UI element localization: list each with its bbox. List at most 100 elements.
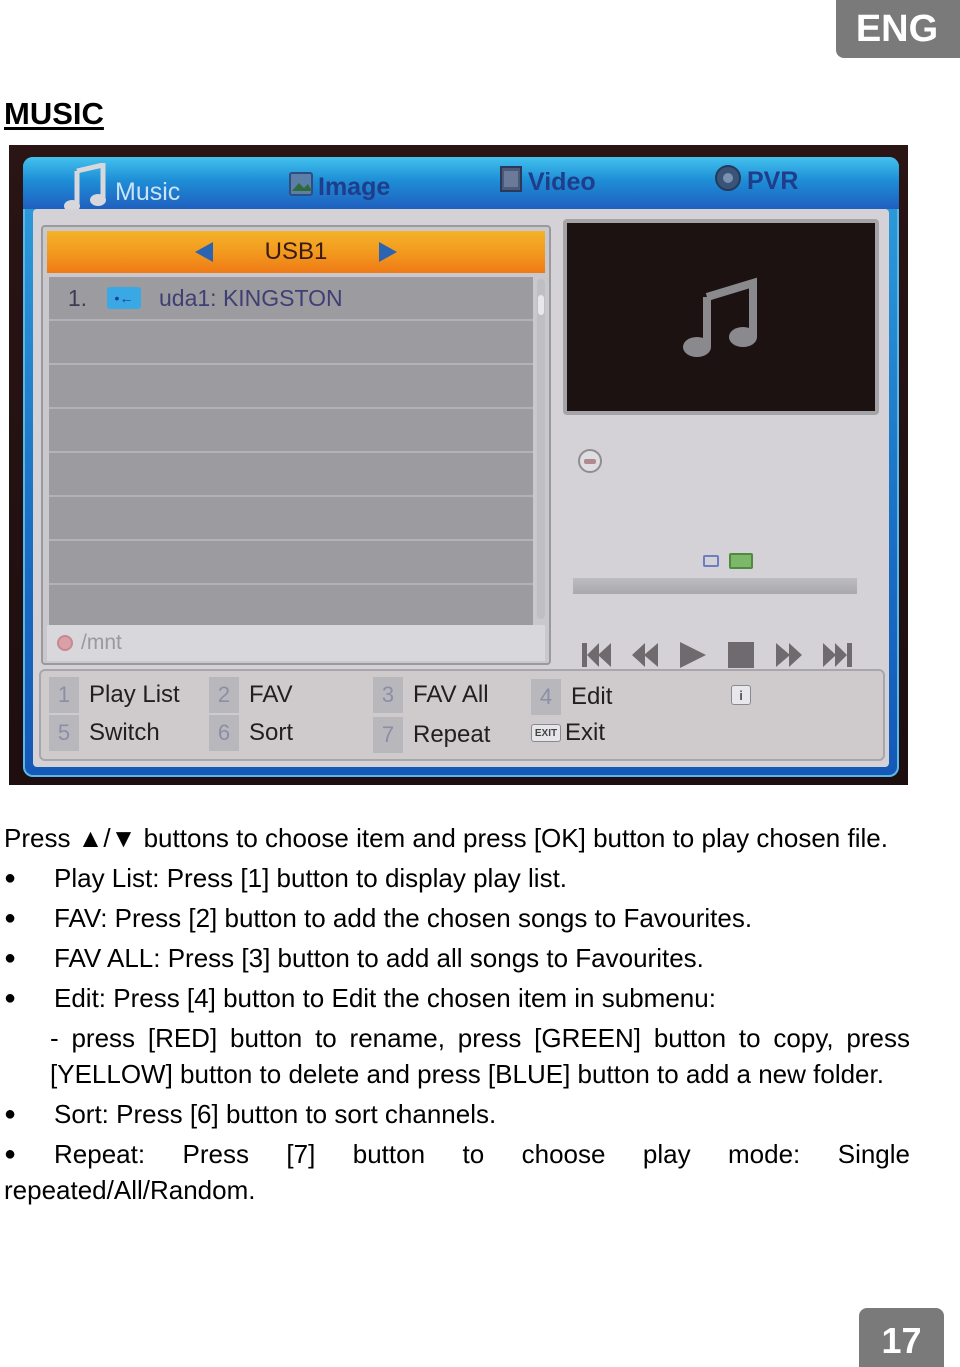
key-number: 1 <box>49 677 79 713</box>
file-list-scrollbar[interactable] <box>537 279 545 619</box>
path-bar: /mnt <box>47 625 545 661</box>
key-exit[interactable]: EXIT Exit <box>531 719 605 747</box>
playback-progress-bar[interactable] <box>573 578 857 594</box>
key-label: Play List <box>89 681 180 708</box>
current-path: /mnt <box>81 631 122 654</box>
key-label: Exit <box>565 719 606 746</box>
file-row[interactable]: 1. •← uda1: KINGSTON <box>49 277 533 321</box>
file-row[interactable] <box>49 541 533 585</box>
tv-screenshot: Music Image Video PVR USB1 1. •← uda1: K… <box>9 145 908 785</box>
tab-image[interactable]: Image <box>288 171 390 204</box>
media-tab-bar: Music Image Video PVR <box>23 157 899 212</box>
key-number: 7 <box>373 717 403 753</box>
tab-video[interactable]: Video <box>498 165 596 200</box>
file-row-number: 1. <box>67 284 87 311</box>
bullet-icon: ● <box>4 907 17 929</box>
transport-controls <box>581 641 853 669</box>
rewind-button[interactable] <box>629 641 661 669</box>
key-switch[interactable]: 5 Switch <box>49 715 160 751</box>
file-row[interactable] <box>49 321 533 365</box>
skip-next-icon <box>823 643 852 667</box>
bullet-play-list: ● Play List: Press [1] button to display… <box>4 860 910 896</box>
pvr-icon <box>713 163 743 200</box>
preview-window <box>563 219 879 415</box>
key-number: 6 <box>209 715 239 751</box>
tab-music-label: Music <box>115 178 181 206</box>
key-fav[interactable]: 2 FAV <box>209 677 293 713</box>
file-row[interactable] <box>49 365 533 409</box>
key-number: 5 <box>49 715 79 751</box>
file-list-panel: USB1 1. •← uda1: KINGSTON /mnt <box>41 225 551 665</box>
intro-paragraph: Press ▲/▼ buttons to choose item and pre… <box>4 823 888 853</box>
bullet-icon: ● <box>4 987 17 1009</box>
media-player-window: Music Image Video PVR USB1 1. •← uda1: K… <box>23 157 899 777</box>
file-list: 1. •← uda1: KINGSTON <box>49 277 533 629</box>
bullet-fav: ● FAV: Press [2] button to add the chose… <box>4 900 910 936</box>
key-fav-all[interactable]: 3 FAV All <box>373 677 489 713</box>
skip-previous-icon <box>582 643 611 667</box>
key-sort[interactable]: 6 Sort <box>209 715 293 751</box>
file-row[interactable] <box>49 585 533 629</box>
skip-next-button[interactable] <box>821 641 853 669</box>
usb-icon: •← <box>107 287 141 309</box>
bullet-repeat: ● Repeat: Press [7] button to choose pla… <box>4 1136 910 1172</box>
arrow-left-icon[interactable] <box>194 242 213 262</box>
play-button[interactable] <box>677 641 709 669</box>
file-row[interactable] <box>49 409 533 453</box>
info-icon[interactable]: i <box>731 685 751 705</box>
bullet-sort: ● Sort: Press [6] button to sort channel… <box>4 1096 910 1132</box>
key-label: Repeat <box>413 721 491 748</box>
bullet-text: Sort: Press [6] button to sort channels. <box>54 1099 497 1129</box>
exit-key-icon: EXIT <box>531 724 561 742</box>
language-badge: ENG <box>836 0 960 58</box>
key-repeat[interactable]: 7 Repeat <box>373 717 490 753</box>
arrow-right-icon[interactable] <box>379 242 398 262</box>
key-legend: 1 Play List 2 FAV 3 FAV All 4 Edit 5 Swi… <box>39 669 885 761</box>
tab-pvr-label: PVR <box>747 167 799 195</box>
bullet-text: Play List: Press [1] button to display p… <box>54 863 568 893</box>
tab-image-label: Image <box>318 173 391 201</box>
bullet-text: Repeat: Press [7] button to choose play … <box>54 1139 910 1169</box>
folder-icon <box>729 553 753 569</box>
key-label: FAV All <box>413 681 489 708</box>
image-icon <box>288 171 314 204</box>
scrollbar-thumb[interactable] <box>538 295 544 315</box>
rewind-icon <box>632 643 658 667</box>
video-icon <box>498 165 524 200</box>
key-label: Edit <box>571 683 613 710</box>
bullet-text: Edit: Press [4] button to Edit the chose… <box>54 983 716 1013</box>
repeat-continuation: repeated/All/Random. <box>4 1175 256 1205</box>
file-row[interactable] <box>49 453 533 497</box>
file-row-name: uda1: KINGSTON <box>159 284 343 311</box>
bullet-icon: ● <box>4 1143 17 1165</box>
playback-status-icons <box>703 553 753 569</box>
tab-video-label: Video <box>528 168 596 196</box>
page-title: MUSIC <box>4 96 104 131</box>
key-edit[interactable]: 4 Edit <box>531 679 612 715</box>
bullet-text: FAV ALL: Press [3] button to add all son… <box>54 943 704 973</box>
edit-submenu-text: - press [RED] button to rename, press [G… <box>50 1023 910 1089</box>
bullet-fav-all: ● FAV ALL: Press [3] button to add all s… <box>4 940 910 976</box>
device-selector[interactable]: USB1 <box>47 231 545 273</box>
path-icon <box>57 635 73 651</box>
skip-previous-button[interactable] <box>581 641 613 669</box>
bullet-text: FAV: Press [2] button to add the chosen … <box>54 903 753 933</box>
key-label: Sort <box>249 719 294 746</box>
key-play-list[interactable]: 1 Play List <box>49 677 180 713</box>
instructions: Press ▲/▼ buttons to choose item and pre… <box>4 820 910 1208</box>
file-row[interactable] <box>49 497 533 541</box>
bullet-icon: ● <box>4 1103 17 1125</box>
bullet-icon: ● <box>4 867 17 889</box>
zoom-icon <box>578 449 602 473</box>
music-note-icon <box>683 277 757 357</box>
stop-icon <box>728 642 754 668</box>
play-icon <box>680 642 706 668</box>
fast-forward-button[interactable] <box>773 641 805 669</box>
key-number: 4 <box>531 679 561 715</box>
key-number: 2 <box>209 677 239 713</box>
media-content-area: USB1 1. •← uda1: KINGSTON /mnt 1 Play Li… <box>33 209 889 767</box>
tab-pvr[interactable]: PVR <box>713 163 798 200</box>
stop-button[interactable] <box>725 641 757 669</box>
fast-forward-icon <box>776 643 802 667</box>
device-name: USB1 <box>264 238 328 265</box>
